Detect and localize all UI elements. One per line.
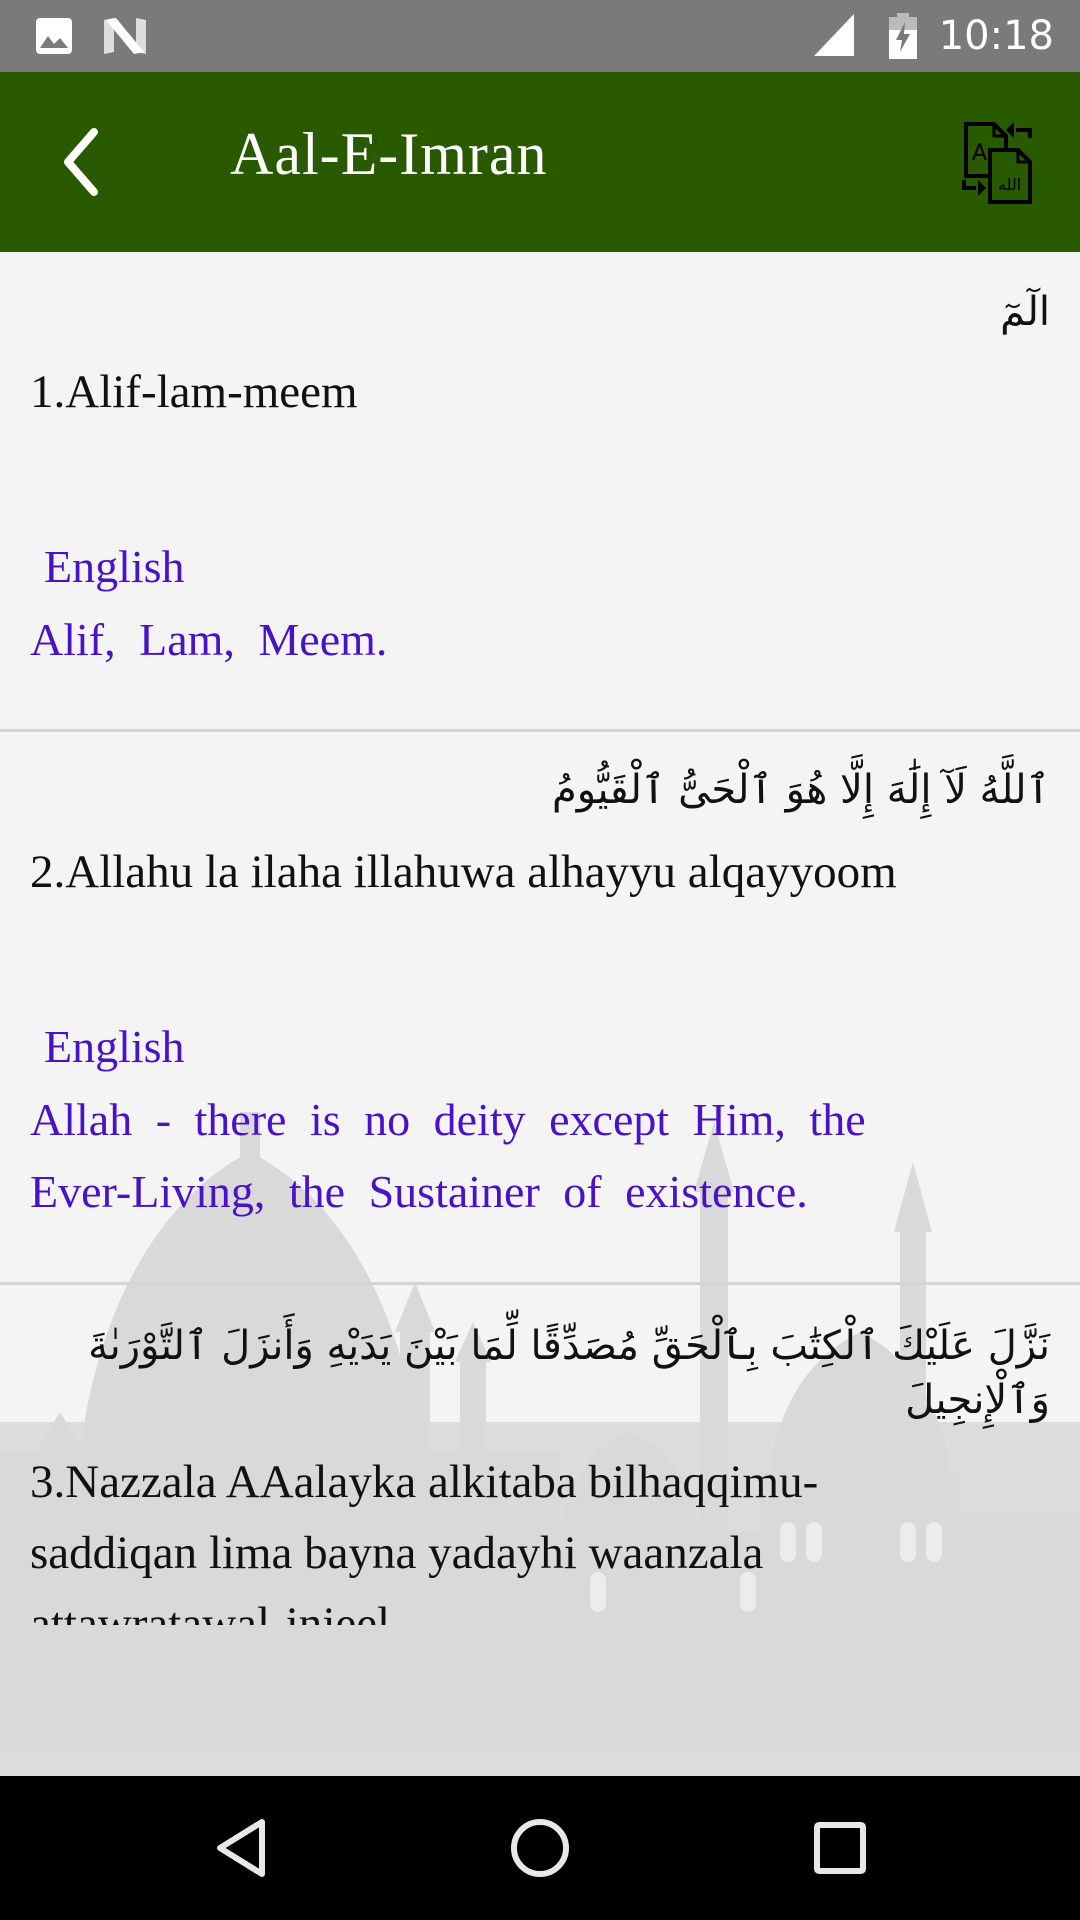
nav-back-button[interactable] [200,1808,280,1888]
verse-translation-line: Allah - there is no deity except Him, th… [30,1094,866,1145]
back-triangle-icon [217,1819,265,1877]
verse-translation: Alif, Lam, Meem. [30,614,388,665]
verse-arabic: الٓمٓ [1000,289,1050,335]
clip-region: attawratawal-injeel [0,1588,1080,1625]
battery-charging-icon [889,13,917,59]
status-bar: 10:18 [0,0,1080,72]
home-circle-icon [511,1819,569,1877]
verse-arabic-line: نَزَّلَ عَلَيْكَ ٱلْكِتَٰبَ بِٱلْحَقِّ م… [88,1323,1050,1369]
verse-transliteration-line: attawratawal-injeel [30,1598,391,1625]
verse-transliteration: 2.Allahu la ilaha illahuwa alhayyu alqay… [30,846,897,898]
signal-icon [814,14,854,56]
verse-transliteration: 1.Alif-lam-meem [30,366,358,418]
translate-button[interactable]: A الله [958,112,1040,208]
nav-recents-button[interactable] [800,1808,880,1888]
navigation-bar [0,1776,1080,1920]
verse-list[interactable]: الٓمٓ 1.Alif-lam-meem English Alif, Lam,… [0,252,1080,1776]
back-button[interactable] [50,122,120,202]
page-title: Aal-E-Imran [230,121,548,187]
verse-transliteration-line: saddiqan lima bayna yadayhi waanzala [30,1527,764,1579]
verse-arabic-line: وَٱلْإِنجِيلَ [905,1377,1050,1423]
divider [0,729,1080,732]
divider [0,1282,1080,1285]
recents-square-icon [814,1822,866,1874]
verse-translation-line: Ever-Living, the Sustainer of existence. [30,1166,808,1217]
status-time: 10:18 [938,13,1054,59]
app-bar: Aal-E-Imran A الله [0,72,1080,252]
svg-text:A: A [972,141,987,166]
verse-arabic: ٱللَّهُ لَآ إِلَٰهَ إِلَّا هُوَ ٱلْحَىُّ… [552,767,1050,813]
image-notification-icon [36,18,72,54]
nav-home-button[interactable] [500,1808,580,1888]
verse-transliteration-line: 3.Nazzala AAalayka alkitaba bilhaqqimu- [30,1456,819,1508]
n-notification-icon [104,18,146,54]
translate-document-icon: A الله [962,122,1032,204]
svg-text:الله: الله [998,175,1021,194]
translation-language-label: English [44,1021,185,1072]
translation-language-label: English [44,541,185,592]
chevron-left-icon [64,128,98,196]
